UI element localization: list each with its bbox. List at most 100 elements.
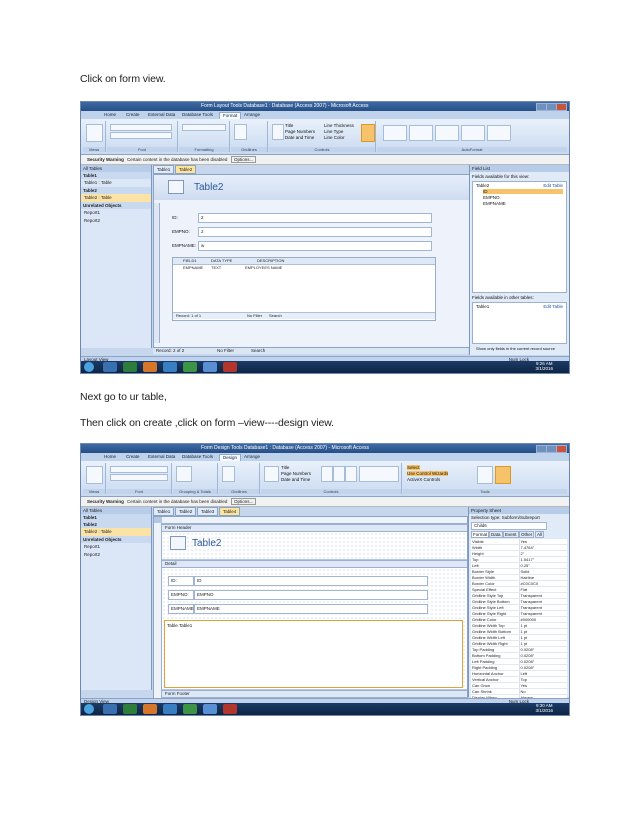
tab-home[interactable]: Home bbox=[101, 112, 119, 118]
prop-tab-all[interactable]: All bbox=[535, 531, 545, 538]
record-selector[interactable] bbox=[154, 203, 160, 343]
nav-item-report1-2[interactable]: Report1 bbox=[81, 543, 151, 551]
tab-create-2[interactable]: Create bbox=[123, 454, 143, 460]
taskbar-access-icon-2[interactable] bbox=[223, 704, 237, 714]
taskbar-browser-icon[interactable] bbox=[143, 362, 157, 372]
property-value[interactable]: 1 pt bbox=[518, 623, 568, 628]
subform-record-counter[interactable]: Record: 1 of 1 bbox=[176, 313, 201, 319]
property-value[interactable]: 0.0208" bbox=[518, 653, 568, 658]
prop-tab-event[interactable]: Event bbox=[503, 531, 519, 538]
property-value[interactable]: 1.5417" bbox=[518, 557, 568, 562]
autoformat-style-2[interactable] bbox=[409, 125, 433, 141]
taskbar-app-icon[interactable] bbox=[123, 362, 137, 372]
line-color-button[interactable]: Line Color bbox=[324, 135, 345, 140]
property-value[interactable]: Flat bbox=[518, 587, 568, 592]
doc-tab-table1[interactable]: Table1 bbox=[153, 165, 175, 174]
doc-tab-table2-2[interactable]: Table2 bbox=[175, 507, 197, 516]
field-value-empname[interactable]: w bbox=[198, 241, 432, 251]
property-value[interactable]: 1 pt bbox=[518, 635, 568, 640]
add-existing-fields-button-2[interactable] bbox=[477, 466, 493, 484]
detail-bar[interactable]: Detail bbox=[162, 560, 467, 568]
line-thickness-button[interactable]: Line Thickness bbox=[324, 123, 354, 128]
taskbar-access-icon[interactable] bbox=[223, 362, 237, 372]
prop-tab-other[interactable]: Other bbox=[519, 531, 535, 538]
font-name-box[interactable] bbox=[110, 124, 172, 131]
tab-database-tools-2[interactable]: Database Tools bbox=[179, 454, 216, 460]
button-control[interactable] bbox=[345, 466, 357, 482]
doc-tab-table4[interactable]: Table4 bbox=[219, 507, 241, 516]
start-button-2[interactable] bbox=[84, 704, 94, 714]
property-value[interactable]: 1 pt bbox=[518, 629, 568, 634]
property-value[interactable]: 0.0208" bbox=[518, 659, 568, 664]
line-type-button[interactable]: Line Type bbox=[324, 129, 343, 134]
nav-title[interactable]: All Tables bbox=[81, 165, 151, 172]
property-value[interactable]: No bbox=[518, 689, 568, 694]
close-button[interactable] bbox=[556, 103, 567, 111]
taskbar-app-icon-2[interactable] bbox=[123, 704, 137, 714]
property-value[interactable]: Top bbox=[518, 677, 568, 682]
property-value[interactable]: 2" bbox=[518, 551, 568, 556]
field-control-empname[interactable]: EMPNAME bbox=[194, 604, 428, 614]
gridlines-button-2[interactable] bbox=[222, 466, 235, 482]
subform-search[interactable]: Search bbox=[269, 313, 282, 319]
text-box-button[interactable] bbox=[321, 466, 333, 482]
property-value[interactable]: Solid bbox=[518, 569, 568, 574]
taskbar-word-icon-2[interactable] bbox=[203, 704, 217, 714]
field-label-empname-2[interactable]: EMPNAME: bbox=[168, 604, 195, 614]
property-sheet-button[interactable] bbox=[495, 466, 511, 484]
autoformat-style-5[interactable] bbox=[487, 125, 511, 141]
nav-item-table2-2[interactable]: Table2 : Table bbox=[81, 528, 151, 536]
field-label-id-2[interactable]: ID: bbox=[168, 576, 194, 586]
font-name-box-2[interactable] bbox=[110, 466, 168, 473]
autoformat-style-4[interactable] bbox=[461, 125, 485, 141]
selected-object-dropdown[interactable]: Child6 bbox=[471, 522, 547, 530]
nav-item-report1[interactable]: Report1 bbox=[81, 209, 151, 217]
property-value[interactable]: 0.0208" bbox=[518, 665, 568, 670]
options-button-2[interactable]: Options... bbox=[231, 498, 257, 505]
subform-col-field1[interactable]: FIELD1 bbox=[183, 258, 197, 264]
add-existing-fields-button[interactable] bbox=[361, 124, 375, 142]
taskbar-media-icon[interactable] bbox=[183, 362, 197, 372]
page-numbers-button-2[interactable]: Page Numbers bbox=[281, 471, 311, 476]
nav-group-table1[interactable]: Table1 bbox=[81, 172, 151, 179]
taskbar-explorer-icon-2[interactable] bbox=[103, 704, 117, 714]
taskbar-media-icon-2[interactable] bbox=[183, 704, 197, 714]
controls-gallery[interactable] bbox=[359, 466, 399, 482]
control-wizards-button[interactable]: Use Control Wizards bbox=[407, 471, 449, 476]
options-button[interactable]: Options... bbox=[231, 156, 257, 163]
no-filter-button[interactable]: No Filter bbox=[217, 348, 234, 354]
taskbar-explorer-icon[interactable] bbox=[103, 362, 117, 372]
tab-home-2[interactable]: Home bbox=[101, 454, 119, 460]
subform-control[interactable]: Table.Table1 bbox=[164, 620, 463, 688]
property-value[interactable]: 0.0208" bbox=[518, 647, 568, 652]
title-button[interactable]: Title bbox=[285, 123, 293, 128]
property-value[interactable]: Transparent bbox=[518, 599, 568, 604]
tab-external-data[interactable]: External Data bbox=[145, 112, 178, 118]
field-list-id[interactable]: ID bbox=[483, 189, 563, 194]
field-list-empno[interactable]: EMPNO bbox=[483, 195, 500, 200]
logo-button[interactable] bbox=[272, 124, 284, 140]
taskbar-browser-icon-2[interactable] bbox=[143, 704, 157, 714]
property-value[interactable]: 1 pt bbox=[518, 641, 568, 646]
field-control-id[interactable]: ID bbox=[194, 576, 428, 586]
prop-tab-format[interactable]: Format bbox=[471, 531, 490, 538]
tab-design[interactable]: Design bbox=[219, 454, 242, 461]
nav-item-report2[interactable]: Report2 bbox=[81, 217, 151, 225]
activex-controls-button[interactable]: ActiveX Controls bbox=[407, 477, 440, 482]
field-list-empname[interactable]: EMPNAME bbox=[483, 201, 506, 206]
property-value[interactable]: Yes bbox=[518, 683, 568, 688]
autoformat-style-3[interactable] bbox=[435, 125, 459, 141]
doc-tab-table1-2[interactable]: Table1 bbox=[153, 507, 175, 516]
property-value[interactable]: 0.25" bbox=[518, 563, 568, 568]
title-button-2[interactable]: Title bbox=[281, 465, 289, 470]
font-format-buttons-2[interactable] bbox=[110, 474, 168, 481]
autoformat-style-1[interactable] bbox=[383, 125, 407, 141]
property-value[interactable]: Transparent bbox=[518, 593, 568, 598]
view-button[interactable] bbox=[86, 124, 103, 142]
close-button-2[interactable] bbox=[556, 445, 567, 453]
property-value[interactable]: #000000 bbox=[518, 617, 568, 622]
show-only-fields-option[interactable]: Show only fields in the current record s… bbox=[476, 346, 555, 351]
form-header-bar[interactable]: Form Header bbox=[162, 524, 467, 532]
date-time-button-2[interactable]: Date and Time bbox=[281, 477, 310, 482]
clock-2[interactable]: 9:30 AM 3/1/2016 bbox=[535, 703, 553, 713]
